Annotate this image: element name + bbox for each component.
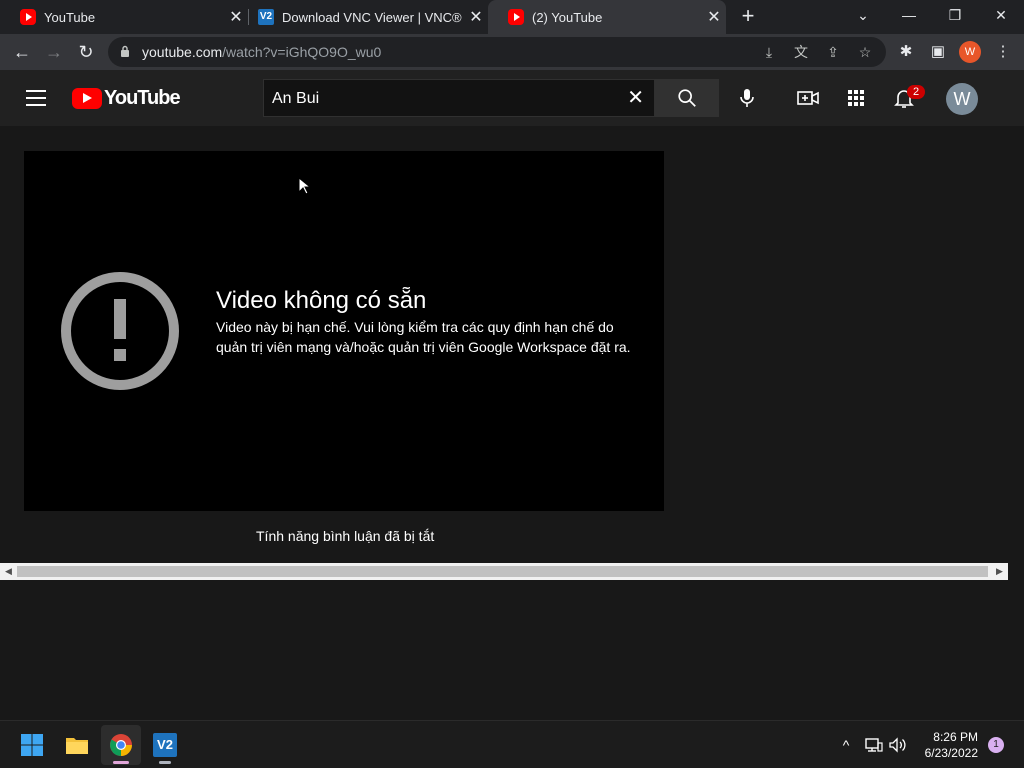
search-box: ✕ <box>263 79 655 117</box>
vnc-favicon-icon: V2 <box>258 9 274 25</box>
microphone-icon[interactable] <box>735 86 759 110</box>
scroll-right-arrow-icon[interactable]: ▶ <box>991 563 1008 580</box>
profile-avatar[interactable]: W <box>959 41 981 63</box>
youtube-play-icon <box>72 87 102 109</box>
close-tab-icon[interactable]: ✕ <box>702 7 726 27</box>
mouse-cursor-icon <box>298 177 310 195</box>
apps-grid-icon[interactable] <box>844 86 868 110</box>
kebab-menu-icon[interactable]: ⋮ <box>993 42 1013 62</box>
chrome-icon <box>110 734 132 756</box>
share-icon[interactable]: ⇪ <box>823 42 843 62</box>
minimize-button[interactable]: — <box>886 0 932 30</box>
browser-tab-strip: YouTube ✕ V2 Download VNC Viewer | VNC® … <box>0 0 1024 34</box>
vnc-viewer-icon: V2 <box>153 733 177 757</box>
new-tab-button[interactable]: + <box>736 5 760 29</box>
taskbar-clock[interactable]: 8:26 PM 6/23/2022 <box>908 729 978 761</box>
search-input[interactable] <box>270 87 614 111</box>
vnc-viewer-taskbar-button[interactable]: V2 <box>145 725 185 765</box>
bookmark-star-icon[interactable]: ☆ <box>855 42 875 62</box>
youtube-logo[interactable]: YouTube <box>72 86 181 109</box>
search-button[interactable] <box>655 79 719 117</box>
url-text[interactable]: youtube.com/watch?v=iGhQO9O_wu0 <box>142 44 381 60</box>
chrome-taskbar-button[interactable] <box>101 725 141 765</box>
browser-toolbar: ← → ↻ youtube.com/watch?v=iGhQO9O_wu0 ⤓ … <box>0 34 1024 70</box>
network-icon[interactable] <box>864 735 884 755</box>
horizontal-scrollbar[interactable]: ◀ ▶ <box>0 563 1008 580</box>
account-avatar[interactable]: W <box>946 83 978 115</box>
url-domain: youtube.com <box>142 44 223 60</box>
install-app-icon[interactable]: ⤓ <box>759 42 779 62</box>
clock-time: 8:26 PM <box>933 730 978 744</box>
extensions-puzzle-icon[interactable]: ✱ <box>896 42 916 62</box>
youtube-favicon-icon <box>508 9 524 25</box>
scrollbar-thumb[interactable] <box>17 566 988 577</box>
youtube-header: YouTube ✕ <box>0 70 1024 126</box>
clock-date: 6/23/2022 <box>924 746 978 760</box>
tab-title: YouTube <box>44 9 96 25</box>
tab-title: Download VNC Viewer | VNC® C <box>282 9 464 25</box>
create-video-icon[interactable] <box>796 86 820 110</box>
show-hidden-icons-chevron-icon[interactable]: ^ <box>836 735 856 755</box>
video-unavailable-message: Video này bị hạn chế. Vui lòng kiểm tra … <box>216 319 631 355</box>
windows-taskbar: V2 ^ 8:26 PM 6/23/2022 1 <box>0 720 1024 768</box>
search-icon <box>678 89 696 107</box>
volume-icon[interactable] <box>888 735 908 755</box>
comments-disabled-text: Tính năng bình luận đã bị tắt <box>256 528 435 544</box>
close-tab-icon[interactable]: ✕ <box>464 7 488 27</box>
lock-icon[interactable] <box>120 45 130 57</box>
translate-icon[interactable]: 文 <box>791 42 811 62</box>
side-panel-icon[interactable]: ▣ <box>928 42 948 62</box>
tab-youtube-active[interactable]: (2) YouTube ✕ <box>488 0 726 34</box>
forward-arrow-icon[interactable]: → <box>40 38 68 66</box>
tab-vnc-download[interactable]: V2 Download VNC Viewer | VNC® C ✕ <box>238 0 488 34</box>
notification-count-badge: 2 <box>907 85 925 99</box>
close-window-button[interactable]: ✕ <box>978 0 1024 30</box>
tab-title: (2) YouTube <box>532 9 603 25</box>
windows-start-icon <box>21 734 43 756</box>
url-path: /watch?v=iGhQO9O_wu0 <box>222 44 382 60</box>
video-unavailable-title: Video không có sẵn <box>216 287 427 314</box>
youtube-favicon-icon <box>20 9 36 25</box>
file-explorer-button[interactable] <box>57 725 97 765</box>
restore-button[interactable]: ❐ <box>932 0 978 30</box>
reload-icon[interactable]: ↻ <box>72 38 100 66</box>
back-arrow-icon[interactable]: ← <box>8 38 36 66</box>
tab-youtube[interactable]: YouTube ✕ <box>0 0 248 34</box>
running-indicator <box>113 761 129 764</box>
running-indicator <box>159 761 171 764</box>
tab-search-chevron-icon[interactable]: ⌄ <box>840 0 886 30</box>
scroll-left-arrow-icon[interactable]: ◀ <box>0 563 17 580</box>
start-button[interactable] <box>12 725 52 765</box>
notification-center-badge[interactable]: 1 <box>988 737 1004 753</box>
address-bar[interactable]: youtube.com/watch?v=iGhQO9O_wu0 ⤓ 文 ⇪ ☆ <box>108 37 886 67</box>
error-exclamation-icon <box>61 272 179 390</box>
file-explorer-icon <box>66 738 88 754</box>
clear-search-icon[interactable]: ✕ <box>627 88 644 108</box>
video-player[interactable]: Video không có sẵn Video này bị hạn chế.… <box>24 151 664 511</box>
menu-hamburger-icon[interactable] <box>26 90 46 106</box>
youtube-logo-text: YouTube <box>104 86 181 109</box>
